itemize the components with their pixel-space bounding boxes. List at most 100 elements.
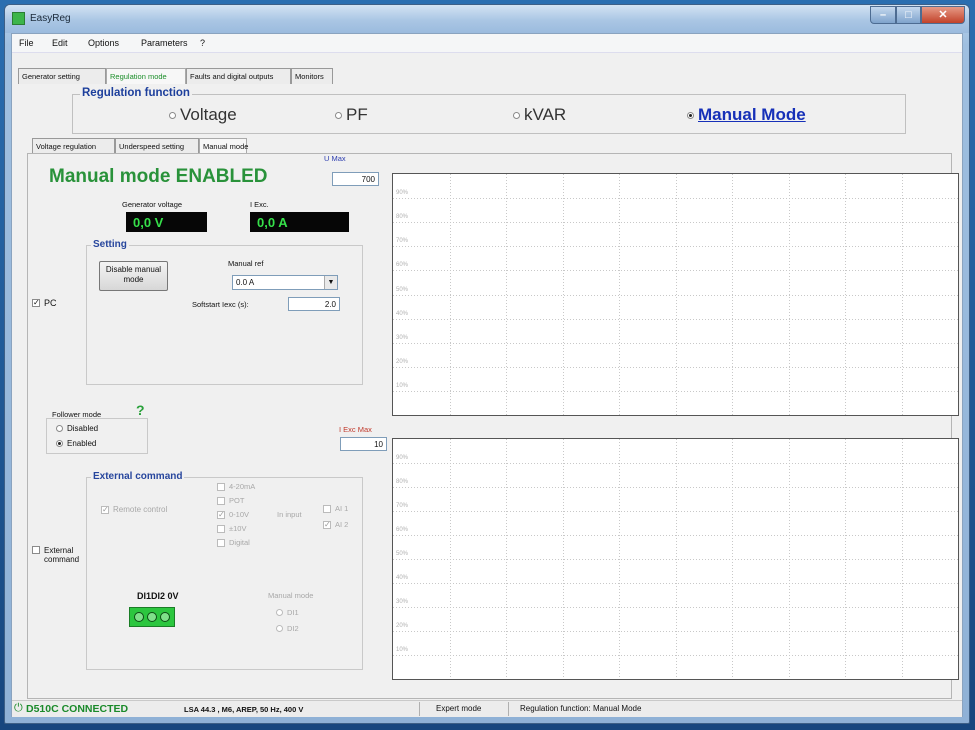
chart-grid bbox=[393, 439, 958, 679]
menu-parameters[interactable]: Parameters bbox=[141, 38, 188, 48]
percent-tick-label: 90% bbox=[396, 190, 409, 196]
input-ai1-checkbox[interactable]: AI 1 bbox=[323, 504, 348, 513]
menu-help[interactable]: ? bbox=[200, 38, 205, 48]
manual-ref-label: Manual ref bbox=[228, 259, 264, 268]
in-input-label: In input bbox=[277, 510, 302, 519]
signal-pm10v-label: ±10V bbox=[229, 524, 247, 533]
signal-4-20ma-label: 4-20mA bbox=[229, 482, 256, 491]
generator-voltage-label: Generator voltage bbox=[122, 200, 183, 209]
radio-di2-label: DI2 bbox=[287, 624, 299, 633]
radio-manual-mode[interactable]: Manual Mode bbox=[687, 105, 806, 125]
iexcmax-input[interactable]: 10 bbox=[340, 437, 387, 451]
radio-follower-disabled[interactable]: Disabled bbox=[56, 424, 98, 433]
percent-tick-label: 50% bbox=[396, 287, 409, 293]
input-ai1-label: AI 1 bbox=[335, 504, 349, 513]
external-command-checkbox[interactable]: External command bbox=[32, 546, 79, 564]
percent-tick-label: 70% bbox=[396, 238, 409, 244]
main-window: EasyReg – □ ✕ File Edit Options Paramete… bbox=[4, 4, 970, 724]
chevron-down-icon: ▼ bbox=[324, 276, 337, 289]
radio-pf-label: PF bbox=[346, 105, 368, 124]
signal-pot-label: POT bbox=[229, 496, 245, 505]
iexcmax-label: I Exc Max bbox=[339, 425, 372, 434]
radio-di1-label: DI1 bbox=[287, 608, 299, 617]
manual-ref-select[interactable]: 0.0 A ▼ bbox=[232, 275, 338, 290]
voltage-chart: 90% 80% 70% 60% 50% 40% 30% 20% 10% bbox=[392, 173, 959, 416]
input-ai2-box: ✓ bbox=[323, 519, 331, 529]
radio-di2[interactable]: DI2 bbox=[276, 624, 299, 633]
radio-kvar[interactable]: kVAR bbox=[513, 105, 566, 125]
tab-generator-setting[interactable]: Generator setting bbox=[18, 68, 106, 84]
app-icon bbox=[12, 12, 25, 25]
signal-0-10v-box: ✓ bbox=[217, 509, 225, 519]
percent-tick-label: 10% bbox=[396, 383, 409, 389]
radio-follower-enabled[interactable]: Enabled bbox=[56, 439, 96, 448]
input-ai2-label: AI 2 bbox=[335, 520, 349, 529]
signal-pm10v-checkbox[interactable]: ±10V bbox=[217, 524, 246, 533]
tab-voltage-regulation[interactable]: Voltage regulation bbox=[32, 138, 115, 154]
pc-checkbox[interactable]: ✓ PC bbox=[32, 298, 57, 308]
iexc-display: 0,0 A bbox=[250, 212, 349, 232]
regulation-function-status: Regulation function: Manual Mode bbox=[520, 704, 642, 713]
connection-status: D510C CONNECTED bbox=[26, 703, 129, 715]
tab-underspeed-setting[interactable]: Underspeed setting bbox=[115, 138, 199, 154]
radio-pf[interactable]: PF bbox=[335, 105, 368, 125]
connector-label: DI1DI2 0V bbox=[137, 591, 179, 601]
tab-faults-digital-outputs[interactable]: Faults and digital outputs bbox=[186, 68, 291, 84]
signal-0-10v-checkbox[interactable]: ✓ 0-10V bbox=[217, 510, 249, 519]
iexc-label: I Exc. bbox=[250, 200, 269, 209]
minimize-button[interactable]: – bbox=[870, 6, 896, 24]
remote-control-label: Remote control bbox=[113, 505, 168, 514]
status-bar: ⏻ D510C CONNECTED LSA 44.3 , M6, AREP, 5… bbox=[12, 700, 962, 717]
signal-digital-checkbox[interactable]: Digital bbox=[217, 538, 250, 547]
menu-file[interactable]: File bbox=[19, 38, 34, 48]
setting-title: Setting bbox=[91, 239, 129, 250]
input-ai2-checkbox[interactable]: ✓ AI 2 bbox=[323, 520, 348, 529]
menu-options[interactable]: Options bbox=[88, 38, 119, 48]
radio-manual-mode-dot bbox=[687, 111, 694, 119]
follower-help-icon[interactable]: ? bbox=[136, 402, 145, 418]
signal-pot-box bbox=[217, 496, 225, 505]
softstart-input[interactable]: 2.0 bbox=[288, 297, 340, 311]
signal-pot-checkbox[interactable]: POT bbox=[217, 496, 244, 505]
external-command-box bbox=[32, 546, 40, 554]
radio-di1-dot bbox=[276, 609, 283, 616]
remote-control-checkbox[interactable]: ✓ Remote control bbox=[101, 505, 167, 514]
screw-icon bbox=[160, 612, 170, 622]
softstart-label: Softstart Iexc (s): bbox=[192, 300, 249, 309]
pc-checkbox-box: ✓ bbox=[32, 298, 40, 307]
maximize-button[interactable]: □ bbox=[896, 6, 921, 24]
radio-di2-dot bbox=[276, 625, 283, 632]
disable-button-line1: Disable manual bbox=[105, 265, 162, 274]
disable-manual-mode-button[interactable]: Disable manual mode bbox=[99, 261, 168, 291]
radio-kvar-dot bbox=[513, 111, 520, 119]
radio-follower-enabled-label: Enabled bbox=[67, 439, 97, 448]
signal-4-20ma-checkbox[interactable]: 4-20mA bbox=[217, 482, 255, 491]
tab-monitors[interactable]: Monitors bbox=[291, 68, 333, 84]
percent-tick-label: 80% bbox=[396, 214, 409, 220]
manual-ref-value: 0.0 A bbox=[236, 278, 255, 287]
status-separator bbox=[419, 702, 420, 716]
connection-icon: ⏻ bbox=[14, 702, 23, 714]
radio-di1[interactable]: DI1 bbox=[276, 608, 299, 617]
umax-input[interactable]: 700 bbox=[332, 172, 379, 186]
chart-grid bbox=[393, 174, 958, 415]
percent-tick-label: 90% bbox=[396, 455, 409, 461]
manual-mode-status-title: Manual mode ENABLED bbox=[49, 166, 268, 187]
tab-regulation-mode[interactable]: Regulation mode bbox=[106, 68, 186, 84]
tab-manual-mode[interactable]: Manual mode bbox=[199, 138, 248, 154]
title-bar[interactable]: EasyReg – □ ✕ bbox=[5, 5, 969, 33]
close-button[interactable]: ✕ bbox=[921, 6, 965, 24]
percent-tick-label: 30% bbox=[396, 335, 409, 341]
remote-control-box: ✓ bbox=[101, 504, 109, 514]
radio-voltage-dot bbox=[169, 111, 176, 119]
signal-4-20ma-box bbox=[217, 482, 225, 491]
window-controls: – □ ✕ bbox=[870, 6, 965, 24]
radio-voltage[interactable]: Voltage bbox=[169, 105, 237, 125]
terminal-connector-icon bbox=[129, 607, 175, 627]
expert-mode-status: Expert mode bbox=[436, 704, 482, 713]
manual-mode-input-label: Manual mode bbox=[268, 591, 314, 600]
menu-edit[interactable]: Edit bbox=[52, 38, 68, 48]
radio-follower-disabled-label: Disabled bbox=[67, 424, 99, 433]
regulation-function-group: Voltage PF kVAR Manual Mode bbox=[72, 94, 906, 134]
excitation-current-chart: 90% 80% 70% 60% 50% 40% 30% 20% 10% bbox=[392, 438, 959, 680]
